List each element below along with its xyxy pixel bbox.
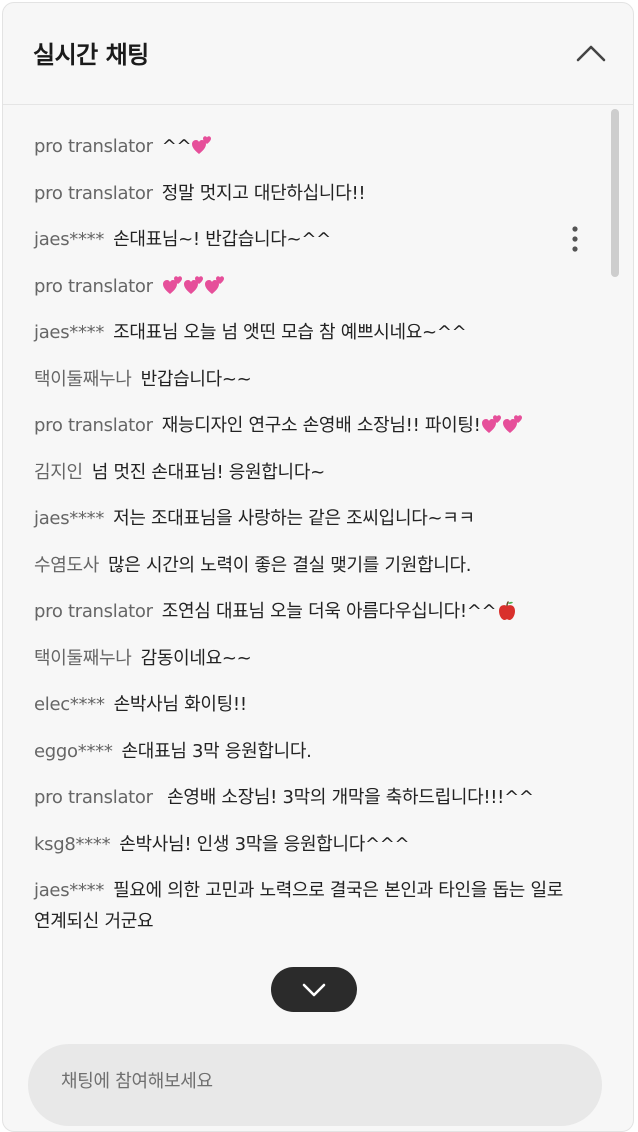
two-hearts-icon bbox=[204, 275, 224, 294]
chat-message[interactable]: eggo**** 손대표님 3막 응원합니다. bbox=[34, 736, 563, 767]
message-text: 조대표님 오늘 넘 앳띤 모습 참 예쁘시네요~^^ bbox=[113, 322, 467, 343]
message-author[interactable]: 김지인 bbox=[34, 462, 83, 483]
message-author[interactable]: jaes**** bbox=[34, 508, 104, 529]
chat-message[interactable]: 김지인 넘 멋진 손대표님! 응원합니다~ bbox=[34, 457, 563, 488]
chat-input[interactable] bbox=[28, 1044, 602, 1126]
message-author[interactable]: ksg8**** bbox=[34, 834, 111, 855]
message-text: 손대표님~! 반갑습니다~^^ bbox=[113, 229, 331, 250]
scrollbar-thumb[interactable] bbox=[611, 109, 619, 277]
live-chat-panel: 실시간 채팅 pro translator ^^ pro translator 정말 … bbox=[2, 2, 634, 1132]
scroll-to-latest-button[interactable] bbox=[271, 967, 357, 1012]
message-text: 손박사님 화이팅!! bbox=[113, 694, 247, 715]
message-text: 반갑습니다~~ bbox=[140, 368, 252, 390]
message-author[interactable]: pro translator bbox=[34, 787, 153, 808]
chat-title: 실시간 채팅 bbox=[33, 41, 149, 69]
chat-header: 실시간 채팅 bbox=[3, 3, 633, 105]
message-author[interactable]: 택이둘째누나 bbox=[34, 369, 132, 390]
message-text: ^^ bbox=[161, 136, 192, 157]
two-hearts-icon bbox=[502, 415, 522, 433]
message-author[interactable]: jaes**** bbox=[34, 880, 104, 901]
message-author[interactable]: 수염도사 bbox=[34, 555, 99, 576]
message-author[interactable]: eggo**** bbox=[34, 741, 113, 762]
message-text: 손영배 소장님! 3막의 개막을 축하드립니다!!!^^ bbox=[161, 787, 534, 808]
chat-message[interactable]: elec**** 손박사님 화이팅!! bbox=[34, 689, 563, 720]
chat-message[interactable]: pro translator bbox=[34, 271, 563, 302]
message-more-button[interactable] bbox=[563, 221, 587, 257]
chat-message[interactable]: jaes**** 필요에 의한 고민과 노력으로 결국은 본인과 타인을 돕는 일… bbox=[34, 875, 563, 937]
chat-message[interactable]: pro translator 조연심 대표님 오늘 더욱 아름다우십니다!^^ bbox=[34, 596, 563, 627]
chat-message[interactable]: jaes**** 저는 조대표님을 사랑하는 같은 조씨입니다~ㅋㅋ bbox=[34, 503, 563, 534]
chat-message[interactable]: pro translator ^^ bbox=[34, 131, 563, 162]
message-text: 조연심 대표님 오늘 더욱 아름다우십니다!^^ bbox=[161, 601, 497, 622]
message-author[interactable]: pro translator bbox=[34, 415, 153, 436]
message-list-container[interactable]: pro translator ^^ pro translator 정말 멋지고 대단하… bbox=[3, 106, 633, 1026]
message-text: 재능디자인 연구소 손영배 소장님!! 파이팅! bbox=[161, 415, 481, 436]
message-author[interactable]: pro translator bbox=[34, 276, 153, 297]
two-hearts-icon bbox=[481, 415, 501, 433]
chat-message[interactable]: pro translator 재능디자인 연구소 손영배 소장님!! 파이팅! bbox=[34, 410, 563, 441]
message-text: 정말 멋지고 대단하십니다!! bbox=[161, 182, 366, 204]
message-text: 많은 시간의 노력이 좋은 결실 맺기를 기원합니다. bbox=[108, 554, 472, 576]
message-text: 손대표님 3막 응원합니다. bbox=[121, 740, 312, 762]
message-author[interactable]: elec**** bbox=[34, 694, 105, 715]
chat-message[interactable]: pro translator 손영배 소장님! 3막의 개막을 축하드립니다!!… bbox=[34, 782, 563, 813]
two-hearts-icon bbox=[183, 275, 203, 294]
chevron-up-icon bbox=[576, 45, 606, 62]
message-author[interactable]: jaes**** bbox=[34, 229, 104, 250]
chevron-down-icon bbox=[302, 983, 326, 996]
two-hearts-icon bbox=[162, 275, 182, 294]
message-text: 감동이네요~~ bbox=[140, 647, 252, 669]
message-text: 손박사님! 인생 3막을 응원합니다^^^ bbox=[119, 833, 410, 855]
red-apple-icon bbox=[499, 601, 516, 620]
chat-message[interactable]: 택이둘째누나 반갑습니다~~ bbox=[34, 364, 563, 395]
message-author[interactable]: pro translator bbox=[34, 601, 153, 622]
message-author[interactable]: 택이둘째누나 bbox=[34, 648, 132, 669]
message-list: pro translator ^^ pro translator 정말 멋지고 대단하… bbox=[3, 106, 633, 937]
chat-message[interactable]: 수염도사 많은 시간의 노력이 좋은 결실 맺기를 기원합니다. bbox=[34, 550, 563, 581]
chat-message[interactable]: ksg8**** 손박사님! 인생 3막을 응원합니다^^^ bbox=[34, 829, 563, 860]
message-author[interactable]: pro translator bbox=[34, 183, 153, 204]
two-hearts-icon bbox=[192, 136, 212, 154]
message-author[interactable]: jaes**** bbox=[34, 322, 104, 343]
message-text: 넘 멋진 손대표님! 응원합니다~ bbox=[91, 461, 325, 483]
chat-message[interactable]: jaes**** 조대표님 오늘 넘 앳띤 모습 참 예쁘시네요~^^ bbox=[34, 317, 563, 348]
chat-message[interactable]: 택이둘째누나 감동이네요~~ bbox=[34, 643, 563, 674]
collapse-chat-button[interactable] bbox=[571, 33, 611, 73]
message-text: 필요에 의한 고민과 노력으로 결국은 본인과 타인을 돕는 일로 연계되신 거… bbox=[34, 880, 563, 932]
message-author[interactable]: pro translator bbox=[34, 136, 153, 157]
chat-message[interactable]: pro translator 정말 멋지고 대단하십니다!! bbox=[34, 178, 563, 209]
message-text: 저는 조대표님을 사랑하는 같은 조씨입니다~ㅋㅋ bbox=[113, 508, 475, 529]
chat-message[interactable]: jaes**** 손대표님~! 반갑습니다~^^ bbox=[34, 224, 563, 255]
more-vertical-icon bbox=[572, 226, 578, 252]
